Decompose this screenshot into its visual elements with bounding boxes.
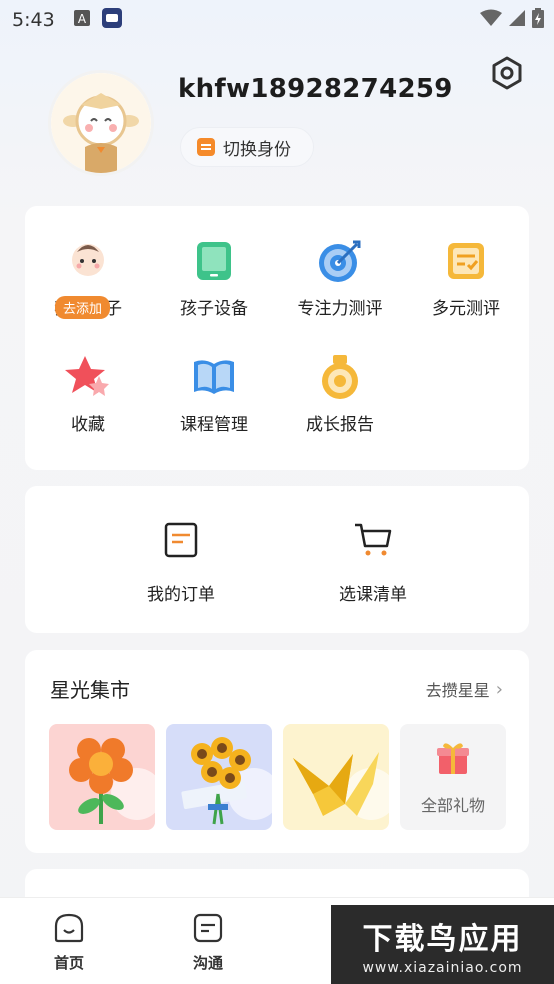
target-icon <box>315 236 365 286</box>
orders-card: 我的订单 选课清单 <box>25 486 529 633</box>
course-manage-item[interactable]: 课程管理 <box>151 352 277 435</box>
switch-identity-button[interactable]: 切换身份 <box>180 127 314 167</box>
chat-icon <box>192 912 224 948</box>
svg-text:A: A <box>78 12 87 26</box>
all-gifts-label: 全部礼物 <box>420 796 485 815</box>
medal-icon <box>315 352 365 402</box>
market-title: 星光集市 <box>50 678 130 702</box>
tablet-icon <box>189 236 239 286</box>
star-icon <box>63 352 113 402</box>
growth-report-label: 成长报告 <box>306 415 374 435</box>
course-list-label: 选课清单 <box>339 585 407 605</box>
switch-icon <box>197 138 215 156</box>
all-gifts-button[interactable]: 全部礼物 <box>400 724 506 830</box>
favorites-item[interactable]: 收藏 <box>25 352 151 435</box>
tab-home-label: 首页 <box>53 954 84 972</box>
watermark-url: www.xiazainiao.com <box>362 959 523 976</box>
book-icon <box>189 352 239 402</box>
gift-sunflowers[interactable] <box>166 724 272 830</box>
focus-test-item[interactable]: 专注力测评 <box>277 236 403 319</box>
status-bar: 5:43 A <box>0 0 554 40</box>
notification-a-icon: A <box>73 9 91 32</box>
add-child-badge[interactable]: 去添加 <box>55 296 111 319</box>
wifi-icon <box>480 9 502 32</box>
checklist-icon <box>441 236 491 286</box>
earn-stars-link[interactable]: 去攒星星 › <box>426 677 503 701</box>
watermark: 下载鸟应用 www.xiazainiao.com <box>331 905 554 984</box>
tab-communicate[interactable]: 沟通 <box>173 912 243 973</box>
gift-flower[interactable] <box>49 724 155 830</box>
star-market-card: 星光集市 去攒星星 › 全部礼物 <box>25 650 529 853</box>
signal-icon <box>508 9 526 32</box>
status-time: 5:43 <box>12 9 55 31</box>
child-face-icon <box>63 236 113 286</box>
switch-identity-label: 切换身份 <box>223 139 291 160</box>
my-orders-label: 我的订单 <box>147 585 215 605</box>
earn-stars-label: 去攒星星 <box>425 681 490 700</box>
child-device-label: 孩子设备 <box>180 299 248 319</box>
course-list-item[interactable]: 选课清单 <box>293 522 453 605</box>
multi-test-item[interactable]: 多元测评 <box>403 236 529 319</box>
course-manage-label: 课程管理 <box>180 415 248 435</box>
gift-paper-crane[interactable] <box>283 724 389 830</box>
order-list-icon <box>163 522 199 562</box>
home-icon <box>53 912 85 948</box>
chevron-right-icon: › <box>495 678 503 700</box>
battery-icon <box>532 8 544 33</box>
my-children-item[interactable]: 去添加 我的孩子 <box>25 236 151 319</box>
gift-box-icon <box>433 738 473 782</box>
multi-test-label: 多元测评 <box>432 299 500 319</box>
focus-test-label: 专注力测评 <box>297 299 383 319</box>
my-orders-item[interactable]: 我的订单 <box>101 522 261 605</box>
tab-communicate-label: 沟通 <box>192 954 223 972</box>
growth-report-item[interactable]: 成长报告 <box>277 352 403 435</box>
notification-app-icon <box>101 7 123 34</box>
watermark-title: 下载鸟应用 <box>362 921 523 957</box>
child-device-item[interactable]: 孩子设备 <box>151 236 277 319</box>
avatar[interactable] <box>48 70 154 176</box>
cart-icon <box>353 522 393 562</box>
username: khfw18928274259 <box>178 74 453 104</box>
tab-home[interactable]: 首页 <box>34 912 104 973</box>
favorites-label: 收藏 <box>71 415 105 435</box>
features-card: 去添加 我的孩子 孩子设备 专注力测评 <box>25 206 529 470</box>
settings-icon[interactable] <box>488 54 526 92</box>
